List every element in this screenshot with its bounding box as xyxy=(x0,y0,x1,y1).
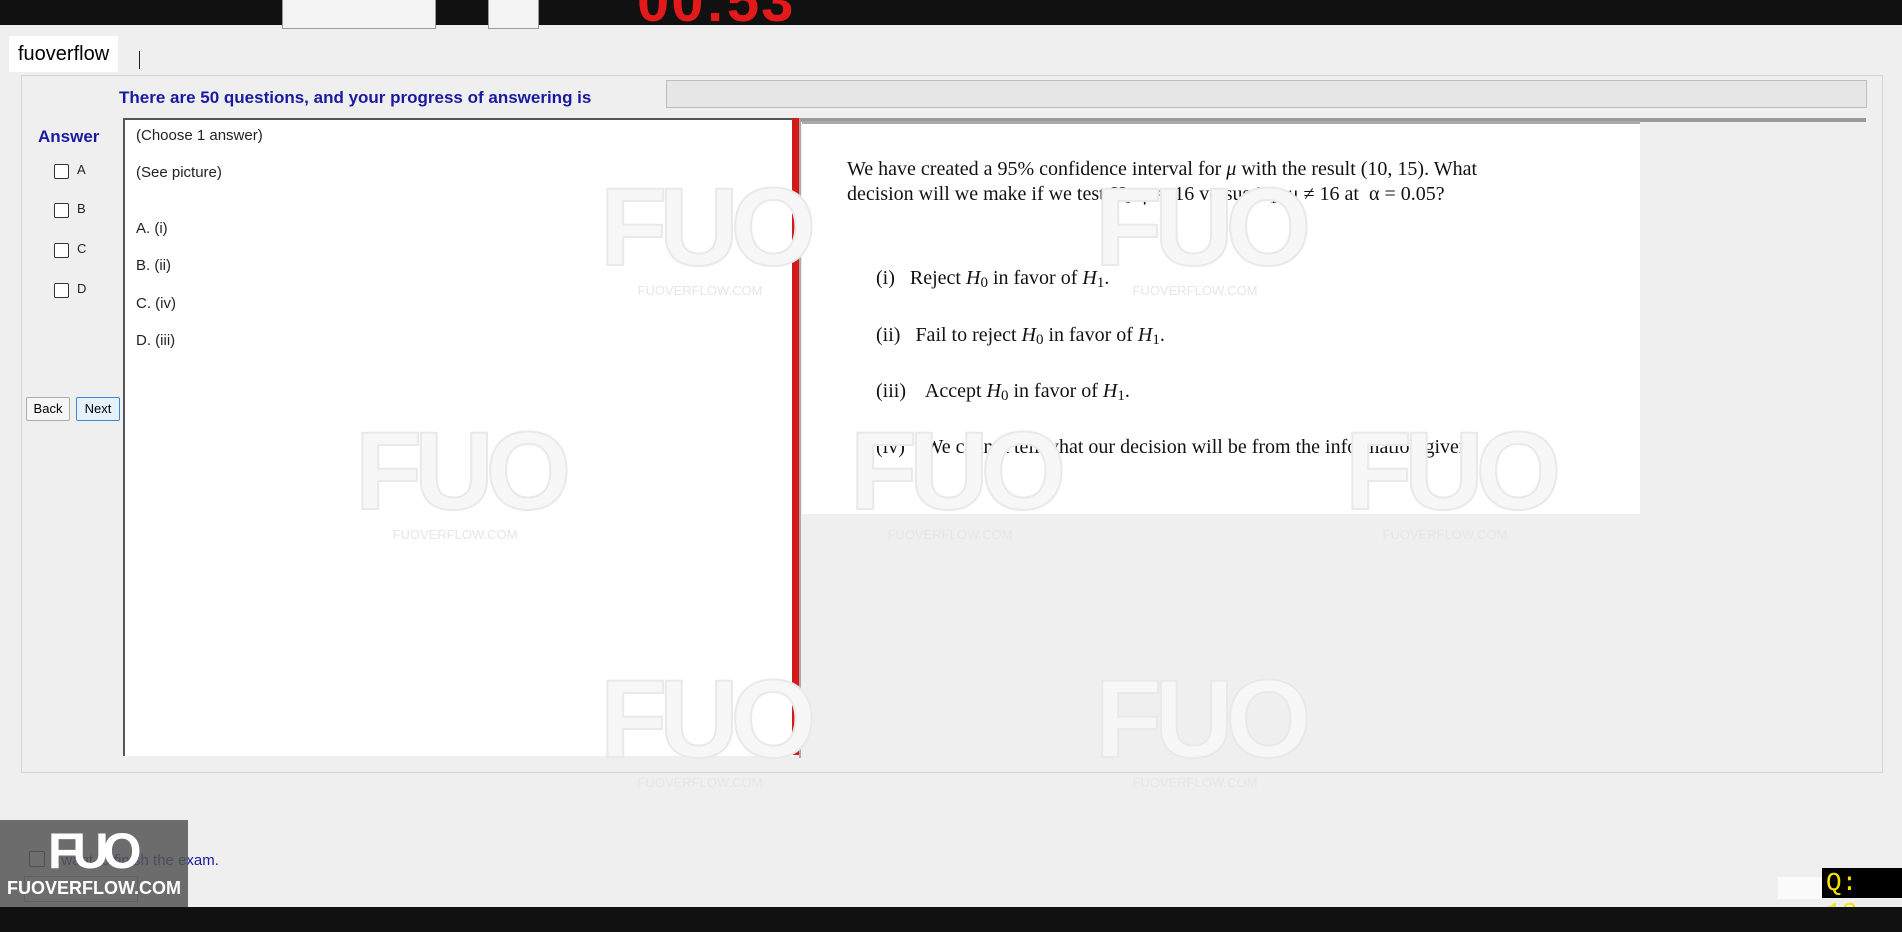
progress-bar xyxy=(666,80,1867,108)
question-instruction: (Choose 1 answer) xyxy=(136,127,263,144)
answer-heading: Answer xyxy=(38,127,100,146)
bottom-bar xyxy=(0,907,1902,932)
choice-line-c: C. (iv) xyxy=(136,295,176,312)
picture-option-iii: (iii) Accept H0 in favor of H1. xyxy=(876,380,1130,404)
progress-label: There are 50 questions, and your progres… xyxy=(119,88,592,107)
option-label: D xyxy=(77,281,87,296)
exam-timer: 00:53 xyxy=(637,0,817,25)
fuoverflow-logo: FUO FUOVERFLOW.COM xyxy=(0,820,188,907)
counter-backdrop xyxy=(1778,877,1822,899)
choice-line-d: D. (iii) xyxy=(136,332,176,349)
option-label: B xyxy=(77,201,86,216)
picture-option-i: (i) Reject H0 in favor of H1. xyxy=(876,267,1110,291)
checkbox[interactable] xyxy=(54,164,69,179)
watermark: FUO FUOVERFLOW.COM xyxy=(599,166,817,299)
question-counter: Q: 12 xyxy=(1822,868,1902,928)
logo-name: FUOVERFLOW.COM xyxy=(7,878,181,898)
watermark: FUO FUOVERFLOW.COM xyxy=(849,410,1067,543)
watermark: FUO FUOVERFLOW.COM xyxy=(1094,658,1312,791)
timer-text: 00:53 xyxy=(637,0,795,25)
option-label: A xyxy=(77,162,86,177)
top-dropdown[interactable] xyxy=(282,0,436,29)
watermark: FUO FUOVERFLOW.COM xyxy=(599,658,817,791)
top-spinner[interactable] xyxy=(488,0,539,29)
back-button[interactable]: Back xyxy=(26,397,70,421)
checkbox[interactable] xyxy=(54,283,69,298)
picture-option-ii: (ii) Fail to reject H0 in favor of H1. xyxy=(876,324,1165,348)
watermark: FUO FUOVERFLOW.COM xyxy=(1344,410,1562,543)
text-caret xyxy=(139,51,140,69)
choice-line-b: B. (ii) xyxy=(136,257,171,274)
option-label: C xyxy=(77,241,87,256)
watermark: FUO FUOVERFLOW.COM xyxy=(1094,166,1312,299)
logo-mark: FUO xyxy=(48,823,142,879)
next-button[interactable]: Next xyxy=(76,397,120,421)
see-picture-note: (See picture) xyxy=(136,164,222,181)
app-title: fuoverflow xyxy=(9,36,119,72)
watermark: FUO FUOVERFLOW.COM xyxy=(354,410,572,543)
checkbox[interactable] xyxy=(54,243,69,258)
choice-line-a: A. (i) xyxy=(136,220,168,237)
checkbox[interactable] xyxy=(54,203,69,218)
